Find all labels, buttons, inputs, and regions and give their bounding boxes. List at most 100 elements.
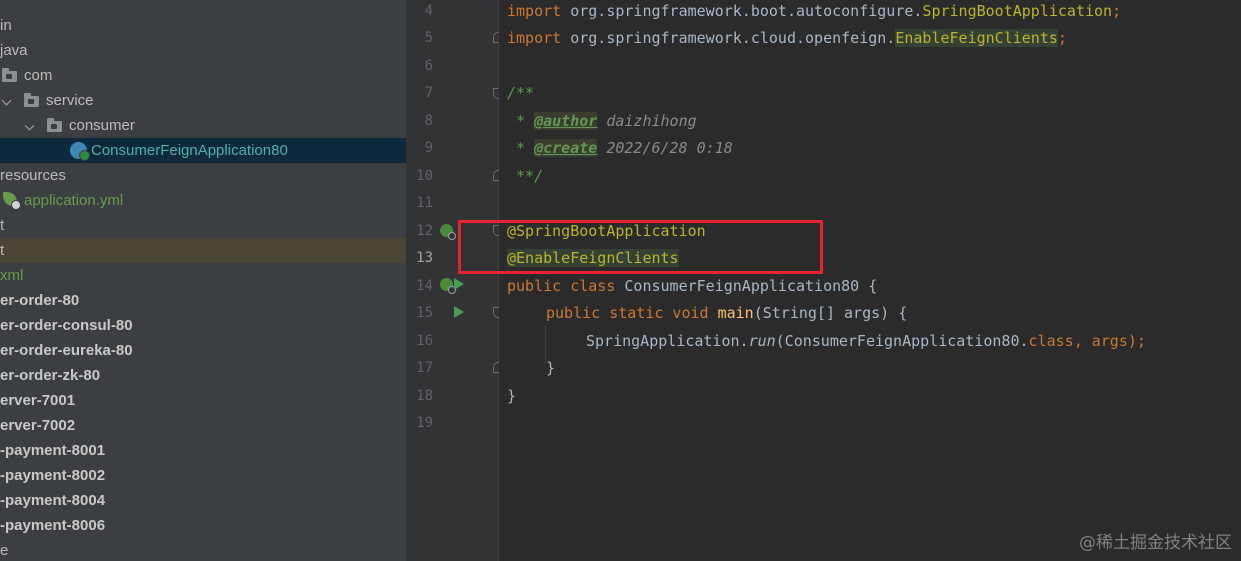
code-line-16: SpringApplication.run(ConsumerFeignAppli… xyxy=(586,331,1146,351)
method-call: run xyxy=(748,332,776,350)
tree-item-application-yml[interactable]: application.yml xyxy=(0,188,406,213)
tree-item-consumer[interactable]: consumer xyxy=(0,113,406,138)
tree-module-server-7001[interactable]: erver-7001 xyxy=(0,388,406,413)
class-declaration: ConsumerFeignApplication80 { xyxy=(615,277,878,295)
tree-module-order-eureka-80[interactable]: er-order-eureka-80 xyxy=(0,338,406,363)
code-line-15: public static void main(String[] args) { xyxy=(546,303,907,323)
tree-item-consumer-feign-application[interactable]: ConsumerFeignApplication80 xyxy=(0,138,406,163)
tree-module-payment-8006[interactable]: -payment-8006 xyxy=(0,513,406,538)
imported-class: EnableFeignClients xyxy=(895,29,1058,47)
line-number: 14 xyxy=(416,278,433,294)
method-name: main xyxy=(717,304,754,322)
tree-item-label: er-order-eureka-80 xyxy=(0,342,133,359)
semicolon: ; xyxy=(1112,2,1122,20)
tree-module-order-80[interactable]: er-order-80 xyxy=(0,288,406,313)
code-line-7: /** xyxy=(507,84,535,102)
line-number: 18 xyxy=(416,388,433,404)
tree-item-label: t xyxy=(0,217,5,234)
tree-item-label: -payment-8006 xyxy=(0,517,106,534)
keyword: public static void xyxy=(546,304,709,322)
line-number: 16 xyxy=(416,333,433,349)
project-tree-panel: in java com service consumer ConsumerFei… xyxy=(0,0,406,561)
package-path: org.springframework.boot.autoconfigure. xyxy=(561,2,923,20)
chevron-down-icon[interactable] xyxy=(24,120,35,131)
keyword: class xyxy=(1028,332,1074,350)
package-path: org.springframework.cloud.openfeign. xyxy=(561,29,896,47)
tree-module-order-consul-80[interactable]: er-order-consul-80 xyxy=(0,313,406,338)
javadoc-value: daizhihong xyxy=(597,112,697,130)
bean-lookup-icon[interactable] xyxy=(440,224,456,240)
tree-item-label: application.yml xyxy=(24,192,124,209)
tree-module-payment-8001[interactable]: -payment-8001 xyxy=(0,438,406,463)
tree-item-external[interactable]: e xyxy=(0,538,406,561)
tree-module-payment-8004[interactable]: -payment-8004 xyxy=(0,488,406,513)
line-number: 8 xyxy=(424,113,433,129)
line-number: 12 xyxy=(416,223,433,239)
tree-module-order-zk-80[interactable]: er-order-zk-80 xyxy=(0,363,406,388)
tree-item-label: xml xyxy=(0,267,24,284)
tree-item-test[interactable]: t xyxy=(0,213,406,238)
call-args-end: , args); xyxy=(1073,332,1146,350)
comment-star: * xyxy=(507,139,535,157)
line-number: 4 xyxy=(424,3,433,19)
run-class-icon[interactable] xyxy=(454,278,464,290)
code-line-17: } xyxy=(546,359,556,377)
imported-class: SpringBootApplication xyxy=(922,2,1113,20)
tree-item-label: -payment-8002 xyxy=(0,467,106,484)
tree-item-label: in xyxy=(0,17,12,34)
package-folder-icon xyxy=(2,68,17,82)
tree-item-label: service xyxy=(46,92,94,109)
method-params: (String[] args) { xyxy=(753,304,908,322)
keyword: import xyxy=(507,2,562,20)
spring-bean-icon[interactable] xyxy=(440,278,456,294)
javadoc-tag: @create xyxy=(534,139,598,157)
tree-item-service[interactable]: service xyxy=(0,88,406,113)
line-number: 9 xyxy=(424,140,433,156)
code-line-14: public class ConsumerFeignApplication80 … xyxy=(507,276,877,296)
line-number: 19 xyxy=(416,415,433,431)
tree-item-pom-xml[interactable]: xml xyxy=(0,263,406,288)
tree-item-label: er-order-consul-80 xyxy=(0,317,133,334)
tree-item-com[interactable]: com xyxy=(0,63,406,88)
tree-item-label: com xyxy=(24,67,53,84)
code-line-9: * @create 2022/6/28 0:18 xyxy=(507,138,733,158)
tree-item-label: t xyxy=(0,242,5,259)
code-line-4: import org.springframework.boot.autoconf… xyxy=(507,1,1121,21)
spring-boot-class-icon xyxy=(70,142,90,161)
tree-item-target[interactable]: t xyxy=(0,238,406,263)
tree-item-label: -payment-8004 xyxy=(0,492,106,509)
package-folder-icon xyxy=(47,118,62,132)
tree-item-label: java xyxy=(0,42,28,59)
line-number: 7 xyxy=(424,85,433,101)
tree-item-resources[interactable]: resources xyxy=(0,163,406,188)
tree-item-label: resources xyxy=(0,167,66,184)
tree-item-main[interactable]: in xyxy=(0,13,406,38)
line-number: 6 xyxy=(424,58,433,74)
tree-item-label: consumer xyxy=(69,117,135,134)
tree-item-java[interactable]: java xyxy=(0,38,406,63)
line-number: 10 xyxy=(416,168,433,184)
code-line-5: import org.springframework.cloud.openfei… xyxy=(507,28,1067,48)
class-ref: SpringApplication. xyxy=(586,332,749,350)
line-number: 5 xyxy=(424,30,433,46)
spring-config-icon xyxy=(3,192,21,210)
tree-item-label: -payment-8001 xyxy=(0,442,106,459)
tree-item-label: erver-7002 xyxy=(0,417,76,434)
code-line-18: } xyxy=(507,387,517,405)
tree-item-label: e xyxy=(0,542,9,559)
semicolon: ; xyxy=(1057,29,1067,47)
tree-item-label: er-order-zk-80 xyxy=(0,367,101,384)
tree-module-payment-8002[interactable]: -payment-8002 xyxy=(0,463,406,488)
tree-item-label: er-order-80 xyxy=(0,292,80,309)
line-number: 13 xyxy=(416,250,433,266)
javadoc-tag: @author xyxy=(534,112,598,130)
package-folder-icon xyxy=(24,93,39,107)
javadoc-value: 2022/6/28 0:18 xyxy=(597,139,733,157)
watermark: @稀土掘金技术社区 xyxy=(1079,533,1232,553)
tree-module-server-7002[interactable]: erver-7002 xyxy=(0,413,406,438)
code-line-8: * @author daizhihong xyxy=(507,111,697,131)
tree-item-label: ConsumerFeignApplication80 xyxy=(91,142,288,159)
call-args: (ConsumerFeignApplication80. xyxy=(775,332,1029,350)
chevron-down-icon[interactable] xyxy=(1,95,12,106)
run-main-icon[interactable] xyxy=(454,306,464,318)
